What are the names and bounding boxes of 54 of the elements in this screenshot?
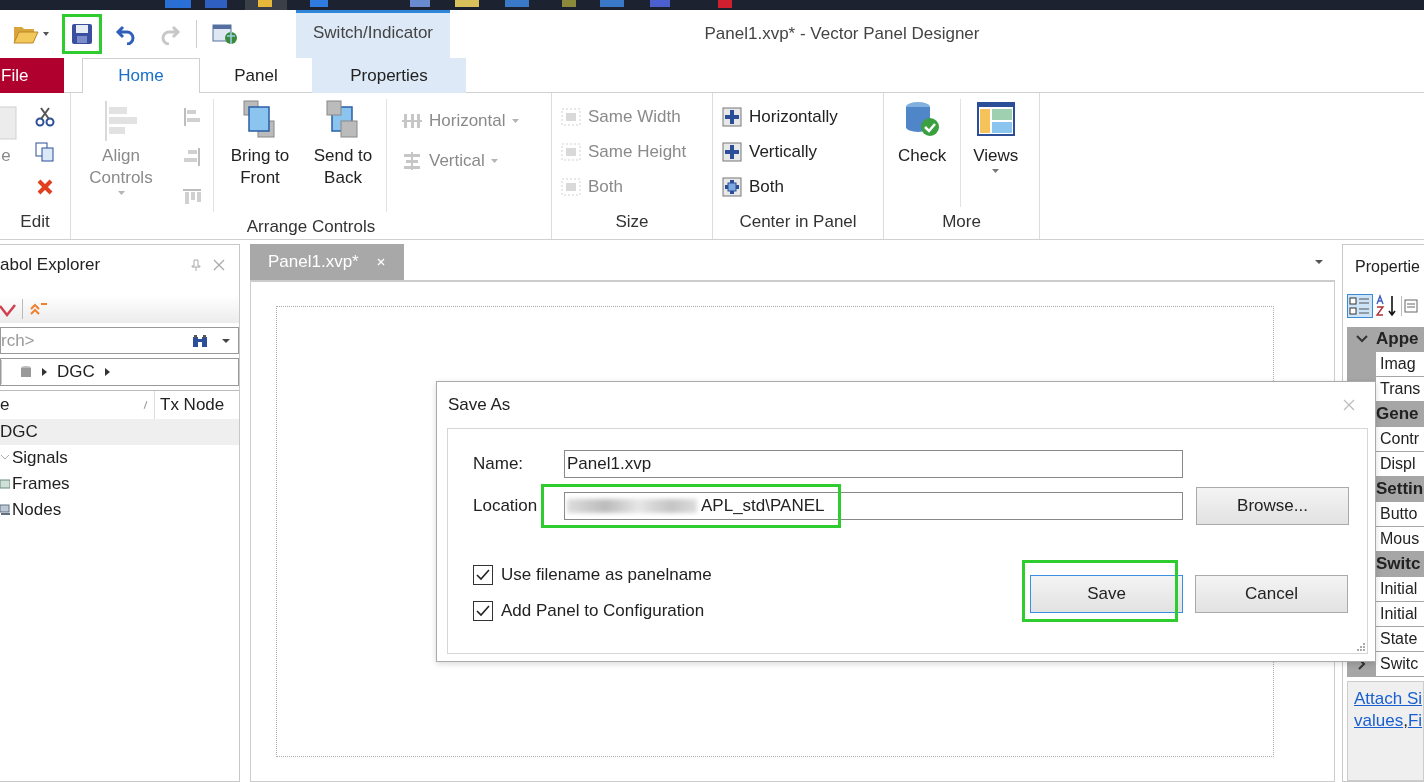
field-label: Name: [473, 454, 525, 474]
ribbon-button[interactable]: Horizontally [721, 101, 838, 132]
ribbon-button[interactable]: Send to Back [306, 99, 380, 189]
ribbon-group-label: Arrange Controls [245, 216, 377, 238]
link[interactable]: values [1354, 711, 1404, 730]
dialog-button[interactable]: Save [1030, 575, 1183, 613]
contextual-group-header: Switch/Indicator [296, 10, 450, 58]
browse-button[interactable]: Browse... [1196, 487, 1349, 525]
panel-title: abol Explorer [0, 255, 102, 275]
ribbon-tab[interactable]: Properties [312, 58, 466, 93]
field-label: Location [473, 496, 539, 516]
category-label: Settin [1376, 479, 1424, 499]
category-label: Gene [1376, 404, 1419, 424]
name-field[interactable]: Panel1.xvp [564, 450, 1183, 478]
category-label: Appe [1376, 329, 1419, 349]
ribbon-button[interactable]: Vertically [721, 136, 838, 167]
dialog-title: Save As [448, 395, 511, 415]
dialog-button[interactable]: Cancel [1195, 575, 1348, 613]
property-name[interactable]: Switc [1376, 652, 1424, 676]
property-name[interactable]: Initial [1376, 602, 1424, 626]
checkbox[interactable]: Add Panel to Configuration [473, 601, 712, 621]
ribbon-button[interactable]: Check [898, 99, 947, 167]
ribbon-group-label: Center in Panel [738, 211, 858, 233]
ribbon-group-label: More [941, 211, 982, 233]
property-name[interactable]: Trans [1376, 377, 1424, 401]
location-field[interactable]: APL_std\PANEL [564, 492, 1183, 520]
property-name[interactable]: State [1376, 627, 1424, 651]
property-name[interactable]: Contr [1376, 427, 1424, 451]
ribbon-tab[interactable]: Home [82, 58, 200, 93]
description-text: , [1403, 711, 1408, 730]
category-label: Switc [1376, 554, 1421, 574]
property-name[interactable]: Butto [1376, 502, 1424, 526]
property-name[interactable]: Mous [1376, 527, 1424, 551]
ribbon-button[interactable]: Views [973, 99, 1019, 173]
tree-item[interactable]: Signals [0, 445, 239, 471]
tree-item[interactable]: DGC [0, 419, 239, 445]
tree-item[interactable]: Nodes [0, 497, 239, 523]
property-name[interactable]: Imag [1376, 352, 1424, 376]
link[interactable]: Fi [1407, 711, 1423, 730]
link[interactable]: Attach Si [1354, 689, 1423, 708]
property-name[interactable]: Displ [1376, 452, 1424, 476]
checkbox[interactable]: Use filename as panelname [473, 565, 712, 585]
panel-title: Propertie [1354, 257, 1421, 277]
ribbon-button[interactable]: Bring to Front [220, 99, 300, 189]
window-title: Panel1.xvp* - Vector Panel Designer [703, 24, 981, 44]
property-name[interactable]: Initial [1376, 577, 1424, 601]
ribbon-group-label: Size [614, 211, 650, 233]
ribbon-group-label: Edit [19, 211, 51, 233]
column-header[interactable]: Tx Node [155, 391, 225, 419]
ribbon-tab[interactable]: File [0, 58, 64, 93]
ribbon-button[interactable]: Both [721, 171, 838, 202]
ribbon-tab[interactable]: Panel [200, 58, 312, 93]
tree-item[interactable]: Frames [0, 471, 239, 497]
breadcrumb-item[interactable]: DGC [57, 362, 95, 382]
